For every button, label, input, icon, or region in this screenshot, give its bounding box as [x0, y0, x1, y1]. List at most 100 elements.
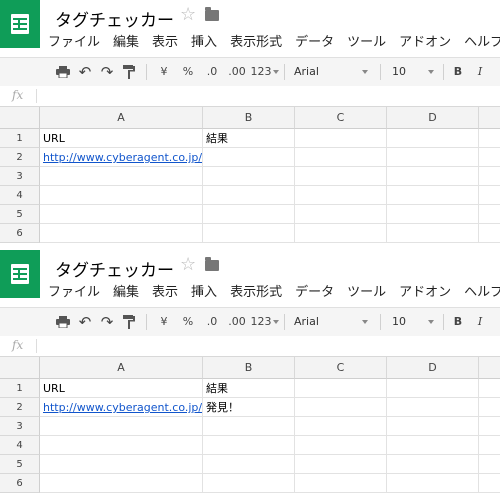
menu-item[interactable]: 編集 — [113, 31, 139, 50]
cell-b2[interactable] — [203, 148, 295, 167]
cell[interactable] — [479, 398, 500, 417]
more-formats-button[interactable]: 123 — [250, 308, 272, 336]
column-header[interactable]: D — [387, 107, 479, 129]
cell-c6[interactable] — [295, 224, 387, 243]
sheets-logo[interactable] — [0, 250, 40, 298]
cell-c2[interactable] — [295, 148, 387, 167]
document-title[interactable]: タグチェッカー — [55, 6, 174, 31]
increase-decimal-button[interactable]: .00 — [226, 58, 248, 86]
select-all-corner[interactable] — [0, 107, 40, 129]
menu-item[interactable]: 表示 — [152, 281, 178, 300]
cell-d6[interactable] — [387, 224, 479, 243]
cell-a4[interactable] — [40, 436, 203, 455]
cell-a6[interactable] — [40, 474, 203, 493]
cell-b3[interactable] — [203, 417, 295, 436]
menu-item[interactable]: 挿入 — [191, 31, 217, 50]
cell[interactable] — [479, 379, 500, 398]
italic-button[interactable]: I — [473, 58, 487, 86]
folder-icon[interactable] — [205, 7, 219, 21]
cell-d3[interactable] — [387, 167, 479, 186]
menu-item[interactable]: データ — [295, 31, 334, 50]
redo-icon[interactable]: ↷ — [98, 308, 116, 336]
column-header[interactable]: C — [295, 107, 387, 129]
italic-button[interactable]: I — [473, 308, 487, 336]
chevron-down-icon[interactable] — [273, 70, 279, 74]
menu-item[interactable]: 表示形式 — [230, 31, 282, 50]
cell-b1[interactable]: 結果 — [203, 129, 295, 148]
menu-item[interactable]: アドオン — [399, 281, 451, 300]
currency-format-button[interactable]: ¥ — [156, 58, 172, 86]
cell-d5[interactable] — [387, 455, 479, 474]
cell-c5[interactable] — [295, 455, 387, 474]
cell[interactable] — [479, 436, 500, 455]
menu-item[interactable]: データ — [295, 281, 334, 300]
row-header[interactable]: 4 — [0, 186, 40, 205]
undo-icon[interactable]: ↶ — [76, 308, 94, 336]
row-header[interactable]: 6 — [0, 224, 40, 243]
cell[interactable] — [479, 224, 500, 243]
cell[interactable] — [479, 474, 500, 493]
sheets-logo[interactable] — [0, 0, 40, 48]
column-header[interactable]: A — [40, 107, 203, 129]
cell-c2[interactable] — [295, 398, 387, 417]
chevron-down-icon[interactable] — [362, 320, 368, 324]
cell-d4[interactable] — [387, 436, 479, 455]
percent-format-button[interactable]: % — [180, 308, 196, 336]
cell-d4[interactable] — [387, 186, 479, 205]
cell-d1[interactable] — [387, 129, 479, 148]
menu-item[interactable]: ツール — [347, 31, 386, 50]
star-icon[interactable]: ☆ — [180, 254, 196, 275]
column-header[interactable]: B — [203, 357, 295, 379]
menu-item[interactable]: 編集 — [113, 281, 139, 300]
formula-bar[interactable]: fx — [0, 86, 500, 107]
chevron-down-icon[interactable] — [428, 320, 434, 324]
menu-item[interactable]: ファイル — [48, 281, 100, 300]
cell[interactable] — [479, 186, 500, 205]
percent-format-button[interactable]: % — [180, 58, 196, 86]
print-icon[interactable] — [54, 308, 72, 336]
cell-b1[interactable]: 結果 — [203, 379, 295, 398]
cell[interactable] — [479, 455, 500, 474]
undo-icon[interactable]: ↶ — [76, 58, 94, 86]
print-icon[interactable] — [54, 58, 72, 86]
row-header[interactable]: 4 — [0, 436, 40, 455]
document-title[interactable]: タグチェッカー — [55, 256, 174, 281]
cell-c1[interactable] — [295, 129, 387, 148]
column-header[interactable] — [479, 357, 500, 379]
cell-b2[interactable]: 発見！ — [203, 398, 295, 417]
font-size-select[interactable]: 10 — [392, 308, 432, 336]
cell-c3[interactable] — [295, 167, 387, 186]
cell-a3[interactable] — [40, 417, 203, 436]
decrease-decimal-button[interactable]: .0 — [202, 58, 222, 86]
cell-a6[interactable] — [40, 224, 203, 243]
cell-a1[interactable]: URL — [40, 379, 203, 398]
cell-d2[interactable] — [387, 398, 479, 417]
cell-a3[interactable] — [40, 167, 203, 186]
cell-b4[interactable] — [203, 436, 295, 455]
column-header[interactable]: B — [203, 107, 295, 129]
menu-item[interactable]: ヘルプ — [464, 281, 500, 300]
menu-item[interactable]: アドオン — [399, 31, 451, 50]
cell[interactable] — [479, 205, 500, 224]
menu-item[interactable]: ヘルプ — [464, 31, 500, 50]
row-header[interactable]: 2 — [0, 398, 40, 417]
bold-button[interactable]: B — [451, 58, 465, 86]
bold-button[interactable]: B — [451, 308, 465, 336]
cell-b5[interactable] — [203, 455, 295, 474]
cell-c5[interactable] — [295, 205, 387, 224]
menu-item[interactable]: 表示形式 — [230, 281, 282, 300]
cell-d5[interactable] — [387, 205, 479, 224]
cell-b5[interactable] — [203, 205, 295, 224]
row-header[interactable]: 3 — [0, 417, 40, 436]
paint-format-icon[interactable] — [120, 58, 138, 86]
select-all-corner[interactable] — [0, 357, 40, 379]
chevron-down-icon[interactable] — [362, 70, 368, 74]
cell-b6[interactable] — [203, 224, 295, 243]
currency-format-button[interactable]: ¥ — [156, 308, 172, 336]
cell[interactable] — [479, 167, 500, 186]
paint-format-icon[interactable] — [120, 308, 138, 336]
row-header[interactable]: 3 — [0, 167, 40, 186]
chevron-down-icon[interactable] — [428, 70, 434, 74]
cell-a2[interactable]: http://www.cyberagent.co.jp/ — [40, 148, 203, 167]
cell-c4[interactable] — [295, 436, 387, 455]
